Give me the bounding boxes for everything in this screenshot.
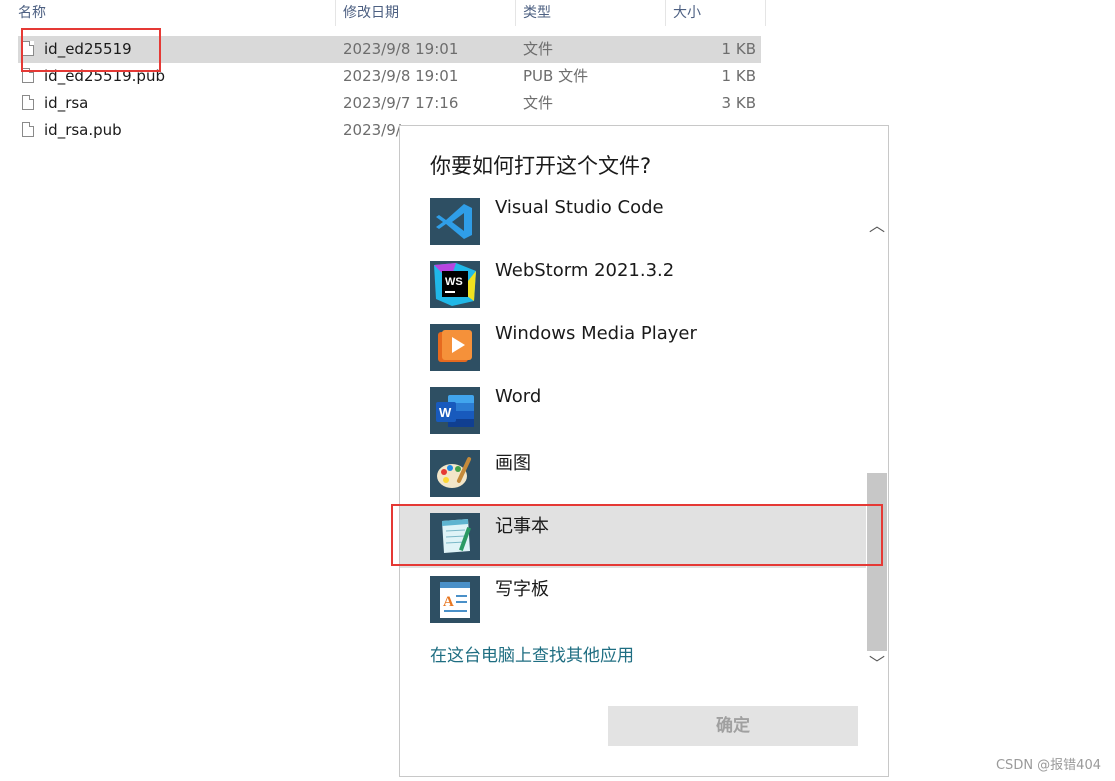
file-name: id_rsa.pub: [44, 121, 122, 139]
wordpad-icon: A: [430, 576, 480, 623]
watermark: CSDN @报错404: [995, 758, 1101, 773]
column-divider[interactable]: [515, 0, 516, 26]
app-item-paint[interactable]: 画图: [400, 442, 866, 505]
file-modified: 2023/9/: [343, 121, 401, 139]
column-divider[interactable]: [765, 0, 766, 26]
file-type: 文件: [523, 94, 554, 112]
file-row-id-ed25519-pub[interactable]: id_ed25519.pub 2023/9/8 19:01 PUB 文件 1 K…: [18, 63, 761, 90]
app-item-vscode[interactable]: Visual Studio Code: [400, 190, 866, 253]
dialog-title: 你要如何打开这个文件?: [430, 154, 652, 178]
app-label: Visual Studio Code: [495, 197, 664, 218]
media-player-icon: [430, 324, 480, 371]
ok-button[interactable]: 确定: [608, 706, 858, 746]
find-other-apps-link[interactable]: 在这台电脑上查找其他应用: [430, 641, 634, 666]
webstorm-badge-text: WS: [445, 276, 463, 288]
file-name: id_ed25519.pub: [44, 67, 165, 85]
file-row-id-rsa[interactable]: id_rsa 2023/9/7 17:16 文件 3 KB: [18, 90, 761, 117]
file-size: 1 KB: [721, 40, 756, 58]
app-item-wordpad[interactable]: A 写字板: [400, 568, 866, 631]
column-header-size[interactable]: 大小: [673, 0, 701, 26]
app-item-webstorm[interactable]: WS WebStorm 2021.3.2: [400, 253, 866, 316]
app-item-word[interactable]: W Word: [400, 379, 866, 442]
file-name: id_rsa: [44, 94, 89, 112]
app-label: WebStorm 2021.3.2: [495, 260, 675, 281]
scroll-down-icon[interactable]: ﹀: [867, 654, 887, 674]
open-with-dialog: 你要如何打开这个文件? Visual Studio Code WS WebSto…: [399, 125, 889, 777]
file-icon: [22, 95, 34, 110]
webstorm-icon: WS: [430, 261, 480, 308]
app-label: 画图: [495, 453, 531, 474]
file-size: 1 KB: [721, 67, 756, 85]
file-type: 文件: [523, 40, 554, 58]
scrollbar-thumb[interactable]: [867, 473, 887, 651]
file-type: PUB 文件: [523, 67, 589, 85]
app-label: Windows Media Player: [495, 323, 697, 344]
app-label: Word: [495, 386, 542, 407]
file-modified: 2023/9/7 17:16: [343, 94, 459, 112]
paint-icon: [430, 450, 480, 497]
column-header-modified[interactable]: 修改日期: [343, 0, 399, 26]
file-modified: 2023/9/8 19:01: [343, 40, 459, 58]
file-size: 3 KB: [721, 94, 756, 112]
word-badge-text: W: [439, 405, 452, 420]
app-item-media-player[interactable]: Windows Media Player: [400, 316, 866, 379]
notepad-icon: [430, 513, 480, 560]
svg-text:A: A: [443, 594, 454, 610]
column-divider[interactable]: [335, 0, 336, 26]
column-header-type[interactable]: 类型: [523, 0, 551, 26]
file-icon: [22, 122, 34, 137]
file-name: id_ed25519: [44, 40, 132, 58]
column-header-name[interactable]: 名称: [18, 0, 46, 26]
app-label: 写字板: [495, 579, 549, 600]
scroll-up-icon[interactable]: ︿: [867, 216, 887, 236]
file-icon: [22, 41, 34, 56]
vscode-icon: [430, 198, 480, 245]
file-icon: [22, 68, 34, 83]
column-divider[interactable]: [665, 0, 666, 26]
app-label: 记事本: [495, 516, 549, 537]
word-icon: W: [430, 387, 480, 434]
app-item-notepad[interactable]: 记事本: [400, 505, 866, 568]
file-row-id-ed25519[interactable]: id_ed25519 2023/9/8 19:01 文件 1 KB: [18, 36, 761, 63]
file-modified: 2023/9/8 19:01: [343, 67, 459, 85]
